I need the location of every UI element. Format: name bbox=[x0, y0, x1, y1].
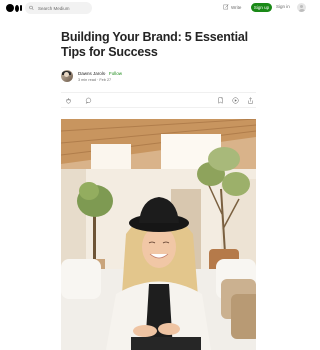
bookmark-button[interactable] bbox=[216, 96, 224, 104]
search-bar[interactable] bbox=[25, 2, 92, 14]
listen-button[interactable] bbox=[231, 96, 239, 104]
write-icon bbox=[223, 4, 229, 10]
signup-button[interactable]: Sign up bbox=[251, 3, 272, 12]
action-bar bbox=[61, 93, 256, 107]
avatar-icon[interactable] bbox=[297, 3, 306, 12]
share-icon bbox=[247, 96, 253, 104]
article-title: Building Your Brand: 5 Essential Tips fo… bbox=[61, 30, 248, 59]
medium-logo-icon[interactable] bbox=[6, 4, 22, 12]
write-label: Write bbox=[231, 4, 242, 10]
divider-bottom bbox=[61, 107, 256, 108]
separator-dot: · bbox=[105, 71, 107, 76]
clap-button[interactable] bbox=[64, 96, 72, 104]
top-nav: Write Sign up Sign in bbox=[0, 0, 318, 16]
clap-icon bbox=[65, 97, 71, 104]
author-avatar[interactable] bbox=[61, 70, 73, 82]
comment-button[interactable] bbox=[84, 96, 92, 104]
publish-date: Feb 27 bbox=[99, 78, 112, 82]
article-meta: 3 min read · Feb 27 bbox=[78, 78, 111, 82]
read-time: 3 min read bbox=[78, 78, 96, 82]
author-name[interactable]: Dawns Jarols bbox=[78, 71, 105, 76]
hero-image bbox=[61, 119, 256, 350]
write-button[interactable]: Write bbox=[223, 4, 241, 10]
share-button[interactable] bbox=[246, 96, 254, 104]
search-icon bbox=[29, 5, 34, 11]
comment-icon bbox=[85, 97, 91, 104]
follow-button[interactable]: Follow bbox=[109, 71, 122, 76]
signin-link[interactable]: Sign in bbox=[276, 4, 290, 9]
hero-photo bbox=[61, 119, 256, 350]
author-row: Dawns Jarols · Follow 3 min read · Feb 2… bbox=[61, 69, 261, 85]
play-icon bbox=[231, 96, 239, 104]
search-input[interactable] bbox=[38, 5, 92, 11]
bookmark-icon bbox=[218, 96, 222, 104]
